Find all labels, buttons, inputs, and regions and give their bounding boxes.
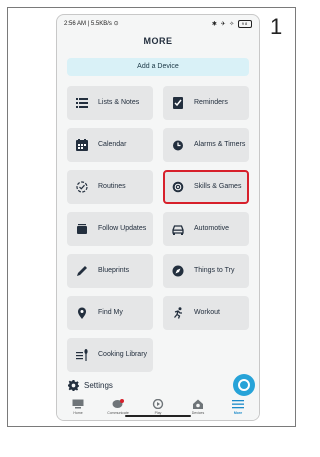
tile-label: Routines (98, 183, 126, 190)
status-time: 2:56 AM | 5.5KB/s ⊙ (64, 21, 119, 27)
tile-label: Follow Updates (98, 225, 147, 232)
alexa-button[interactable] (233, 374, 255, 396)
follow-updates-tile[interactable]: Follow Updates (67, 212, 153, 246)
cooking-icon (76, 349, 88, 361)
tile-label: Things to Try (194, 267, 235, 274)
gear-icon (68, 380, 79, 391)
devices-icon (193, 399, 203, 409)
nav-label: More (233, 411, 243, 415)
blueprints-tile[interactable]: Blueprints (67, 254, 153, 288)
skills-icon (172, 181, 184, 193)
calendar-tile[interactable]: Calendar (67, 128, 153, 162)
add-device-button[interactable]: Add a Device (67, 58, 249, 76)
nav-home[interactable]: Home (58, 399, 98, 419)
follow-icon (77, 224, 87, 234)
cooking-library-tile[interactable]: Cooking Library (67, 338, 153, 372)
tile-label: Find My (98, 309, 123, 316)
tile-label: Automotive (194, 225, 230, 232)
tile-label: Alarms & Timers (194, 141, 246, 148)
tile-label: Reminders (194, 99, 228, 106)
menu-icon (232, 400, 244, 409)
reminders-tile[interactable]: Reminders (163, 86, 249, 120)
tile-label: Lists & Notes (98, 99, 140, 106)
automotive-tile[interactable]: Automotive (163, 212, 249, 246)
phone-screen: 2:56 AM | 5.5KB/s ⊙ ✱ ✈ ✧ 98 MORE Add a … (56, 14, 260, 421)
lists-notes-tile[interactable]: Lists & Notes (67, 86, 153, 120)
status-icons: ✱ ✈ ✧ 98 (212, 20, 252, 28)
workout-icon (174, 307, 182, 319)
tile-label: Cooking Library (98, 351, 148, 358)
settings-label: Settings (84, 381, 113, 390)
tile-label: Skills & Games (194, 183, 242, 190)
location-pin-icon (78, 307, 86, 319)
battery-icon: 98 (238, 20, 252, 28)
step-number: 1 (270, 14, 283, 39)
workout-tile[interactable]: Workout (163, 296, 249, 330)
tile-label: Calendar (98, 141, 127, 148)
skills-games-tile[interactable]: Skills & Games (163, 170, 249, 204)
page-title: MORE (143, 36, 173, 46)
compass-icon (172, 265, 184, 277)
alarm-icon (173, 140, 183, 151)
alexa-icon (238, 379, 250, 391)
home-icon (72, 399, 84, 409)
things-to-try-tile[interactable]: Things to Try (163, 254, 249, 288)
tile-label: Blueprints (98, 267, 130, 274)
status-symbols: ✱ ✈ ✧ (211, 21, 236, 28)
status-bar: 2:56 AM | 5.5KB/s ⊙ ✱ ✈ ✧ 98 (64, 20, 252, 30)
list-icon (76, 98, 88, 108)
routines-tile[interactable]: Routines (67, 170, 153, 204)
home-indicator (125, 415, 191, 417)
blueprint-icon (77, 266, 87, 276)
routines-icon (76, 181, 88, 193)
play-icon (152, 399, 164, 409)
reminder-icon (173, 97, 183, 109)
car-icon (172, 225, 184, 235)
nav-label: Home (73, 411, 83, 415)
nav-more[interactable]: More (218, 399, 258, 419)
chat-icon (112, 399, 124, 408)
tile-label: Workout (194, 309, 220, 316)
alarms-timers-tile[interactable]: Alarms & Timers (163, 128, 249, 162)
find-my-tile[interactable]: Find My (67, 296, 153, 330)
calendar-icon (76, 139, 88, 151)
